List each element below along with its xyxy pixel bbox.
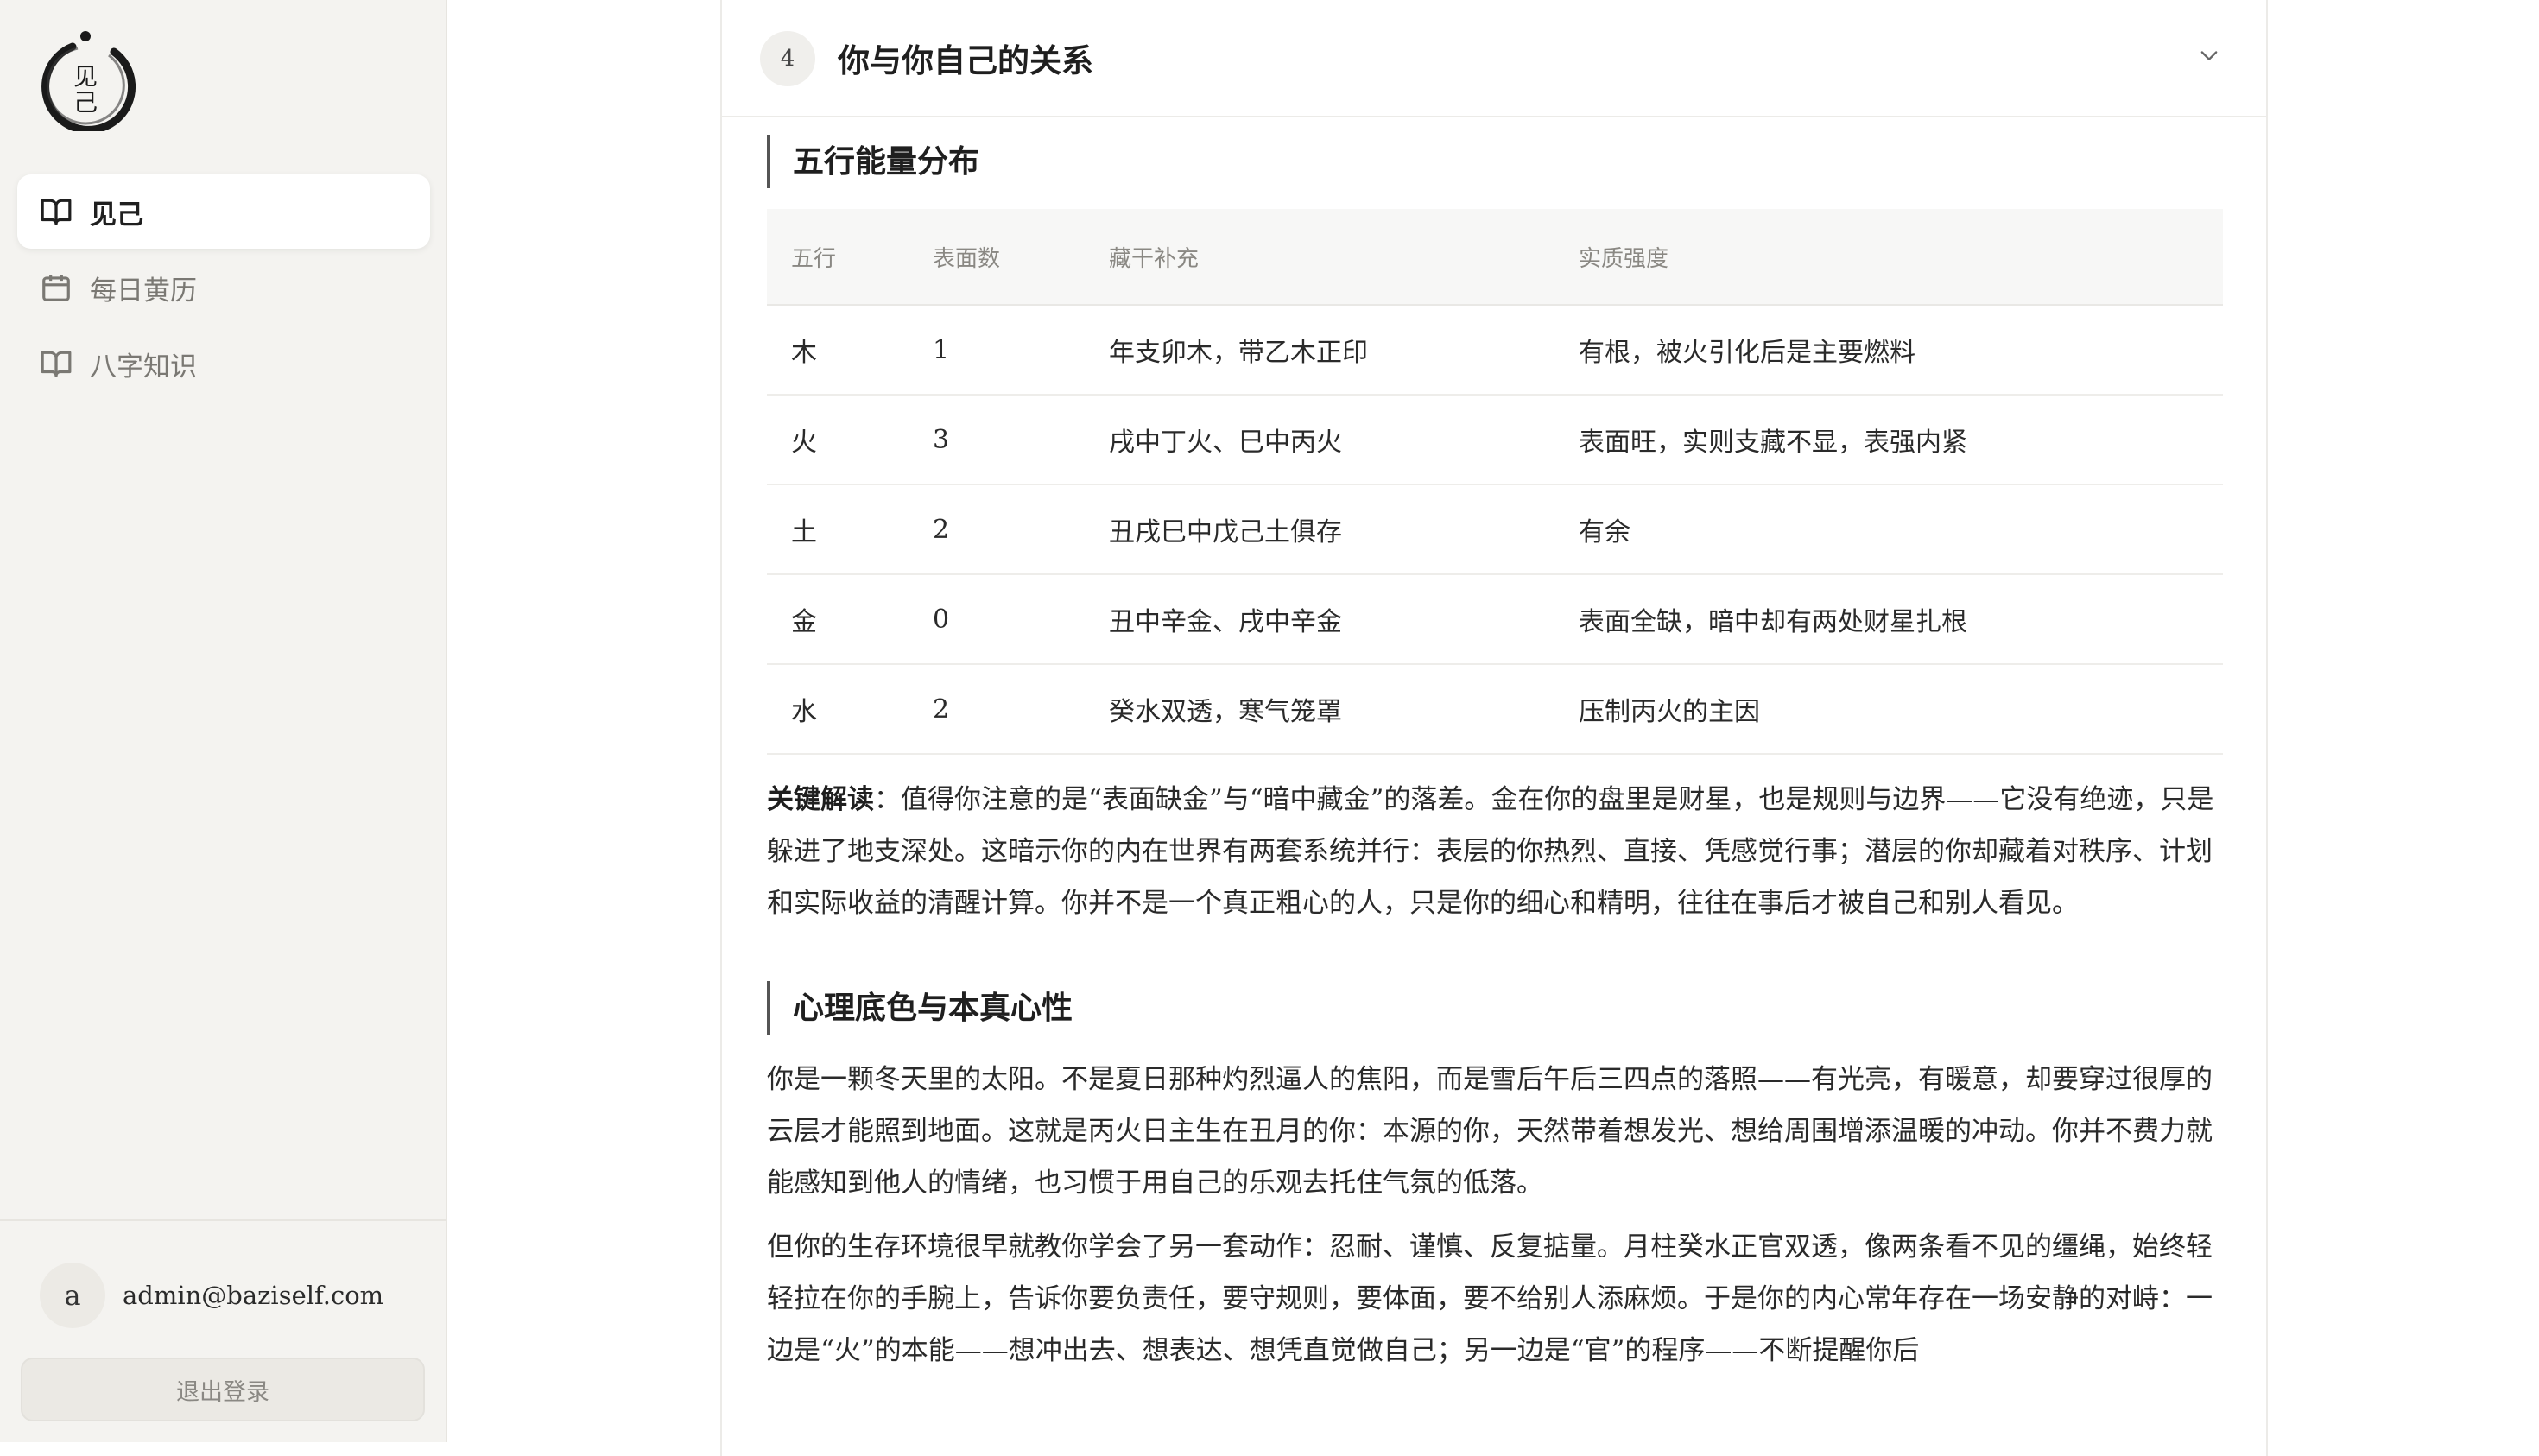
table-cell: 木 [767, 305, 909, 396]
table-row: 土 2 丑戌巳中戊己土俱存 有余 [767, 484, 2223, 575]
section-content: 五行能量分布 五行 表面数 藏干补充 实质强度 木 1 年支卯木，带乙木正印 有… [767, 135, 2223, 1377]
section-header[interactable]: 4 你与你自己的关系 [722, 0, 2266, 117]
step-badge: 4 [760, 31, 815, 86]
avatar[interactable]: a [40, 1263, 105, 1328]
table-row: 水 2 癸水双透，寒气笼罩 压制丙火的主因 [767, 664, 2223, 755]
table-cell: 压制丙火的主因 [1554, 664, 2223, 755]
book-open-icon [40, 195, 73, 228]
column-header: 五行 [767, 209, 909, 306]
column-header: 藏干补充 [1085, 209, 1554, 306]
table-cell: 戌中丁火、巳中丙火 [1085, 395, 1554, 485]
key-insight-label: 关键解读 [767, 784, 874, 815]
app-logo[interactable]: 见 己 [35, 26, 136, 134]
table-header-row: 五行 表面数 藏干补充 实质强度 [767, 209, 2223, 306]
sidebar-item-calendar[interactable]: 每日黄历 [17, 250, 430, 325]
table-row: 木 1 年支卯木，带乙木正印 有根，被火引化后是主要燃料 [767, 305, 2223, 396]
table-cell: 有根，被火引化后是主要燃料 [1554, 305, 2223, 396]
psyche-paragraph-1: 你是一颗冬天里的太阳。不是夏日那种灼烈逼人的焦阳，而是雪后午后三四点的落照——有… [767, 1064, 2213, 1199]
table-cell: 年支卯木，带乙木正印 [1085, 305, 1554, 396]
sidebar-nav: 见己 每日黄历 八字知识 [17, 174, 430, 402]
wuxing-table: 五行 表面数 藏干补充 实质强度 木 1 年支卯木，带乙木正印 有根，被火引化后… [767, 209, 2223, 755]
wuxing-heading: 五行能量分布 [767, 135, 2223, 188]
table-cell: 1 [909, 305, 1085, 396]
column-header: 表面数 [909, 209, 1085, 306]
key-insight-text: ：值得你注意的是“表面缺金”与“暗中藏金”的落差。金在你的盘里是财星，也是规则与… [767, 784, 2214, 919]
table-row: 金 0 丑中辛金、戌中辛金 表面全缺，暗中却有两处财星扎根 [767, 574, 2223, 665]
logo-glyph-bottom: 己 [73, 88, 98, 117]
table-cell: 2 [909, 484, 1085, 575]
table-cell: 表面全缺，暗中却有两处财星扎根 [1554, 574, 2223, 665]
table-cell: 0 [909, 574, 1085, 665]
table-cell: 丑戌巳中戊己土俱存 [1085, 484, 1554, 575]
sidebar-item-label: 八字知识 [90, 351, 197, 383]
sidebar-item-label: 见己 [90, 199, 143, 231]
psyche-paragraph-2: 但你的生存环境很早就教你学会了另一套动作：忍耐、谨慎、反复掂量。月柱癸水正官双透… [767, 1231, 2213, 1366]
table-cell: 3 [909, 395, 1085, 485]
table-cell: 2 [909, 664, 1085, 755]
chevron-down-icon[interactable] [2197, 43, 2221, 67]
calendar-icon [40, 271, 73, 304]
report-section-card: 4 你与你自己的关系 五行能量分布 五行 表面数 藏干补充 实质强度 木 1 年… [720, 0, 2268, 1456]
logout-button[interactable]: 退出登录 [21, 1358, 425, 1421]
user-info: a admin@baziself.com [40, 1263, 383, 1328]
sidebar-item-knowledge[interactable]: 八字知识 [17, 326, 430, 401]
user-email: admin@baziself.com [123, 1281, 384, 1310]
table-row: 火 3 戌中丁火、巳中丙火 表面旺，实则支藏不显，表强内紧 [767, 395, 2223, 485]
book-open-icon [40, 347, 73, 380]
key-insight-paragraph: 关键解读：值得你注意的是“表面缺金”与“暗中藏金”的落差。金在你的盘里是财星，也… [767, 774, 2223, 929]
table-cell: 火 [767, 395, 909, 485]
psyche-heading: 心理底色与本真心性 [767, 981, 2223, 1035]
section-title: 你与你自己的关系 [838, 41, 1093, 79]
table-cell: 土 [767, 484, 909, 575]
sidebar-footer: a admin@baziself.com 退出登录 [0, 1219, 446, 1444]
sidebar-item-label: 每日黄历 [90, 275, 197, 307]
table-cell: 表面旺，实则支藏不显，表强内紧 [1554, 395, 2223, 485]
table-cell: 癸水双透，寒气笼罩 [1085, 664, 1554, 755]
column-header: 实质强度 [1554, 209, 2223, 306]
logo-glyph-top: 见 [73, 62, 98, 91]
table-cell: 丑中辛金、戌中辛金 [1085, 574, 1554, 665]
table-cell: 有余 [1554, 484, 2223, 575]
table-cell: 金 [767, 574, 909, 665]
sidebar: 见 己 见己 每日黄历 八字知识 a admin@baziself.com 退出… [0, 0, 447, 1442]
table-cell: 水 [767, 664, 909, 755]
sidebar-item-jianji[interactable]: 见己 [17, 174, 430, 249]
